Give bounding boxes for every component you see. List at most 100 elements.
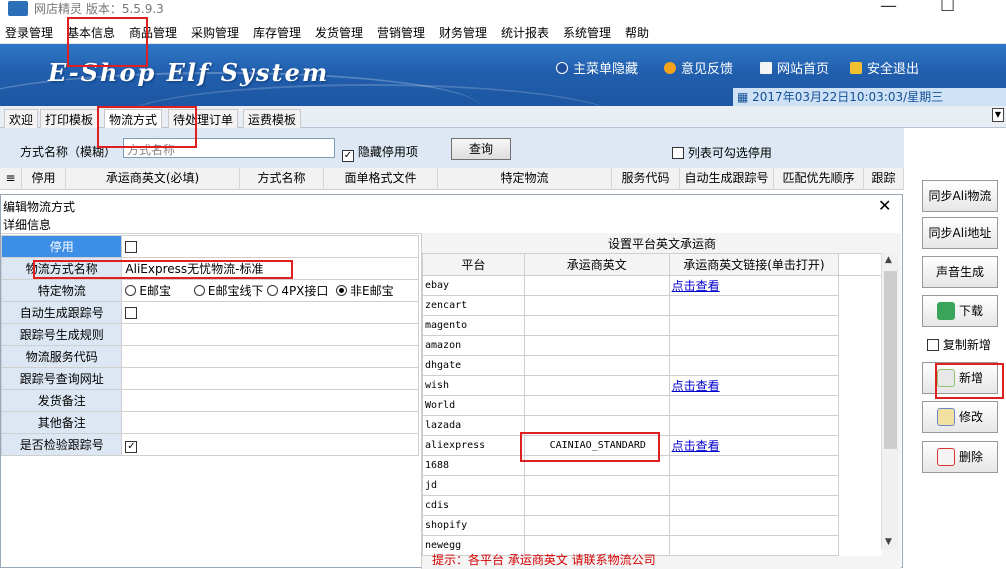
sync-ali-logistics-button[interactable]: 同步Ali物流	[922, 180, 998, 212]
platform-cell[interactable]: shopify	[422, 515, 525, 536]
carrier-cell[interactable]	[523, 475, 670, 496]
tab-print-template[interactable]: 打印模板	[40, 109, 99, 128]
menu-basic-info[interactable]: 基本信息	[67, 24, 115, 41]
menu-reports[interactable]: 统计报表	[501, 24, 549, 41]
platform-cell[interactable]: ebay	[422, 275, 525, 296]
platform-cell[interactable]: magento	[422, 315, 525, 336]
tab-freight-template[interactable]: 运费模板	[243, 109, 302, 128]
tab-menu-button[interactable]: ▼	[992, 108, 1004, 122]
homepage-link[interactable]: 网站首页	[760, 58, 829, 77]
menu-marketing[interactable]: 营销管理	[377, 24, 425, 41]
app-logo: E-Shop Elf System	[48, 58, 330, 87]
col-method-name[interactable]: 方式名称	[240, 168, 324, 190]
carrier-cell[interactable]	[523, 515, 670, 536]
add-button[interactable]: 新增	[922, 362, 998, 394]
other-note-field[interactable]	[121, 411, 419, 434]
platform-cell[interactable]: World	[422, 395, 525, 416]
field-label: 物流服务代码	[0, 345, 123, 368]
radio-eub[interactable]: E邮宝	[125, 284, 171, 298]
platform-panel-title: 设置平台英文承运商	[607, 237, 716, 251]
minimize-button[interactable]: —	[880, 0, 897, 16]
query-button[interactable]: 查询	[451, 138, 511, 160]
tab-logistics[interactable]: 物流方式	[104, 109, 163, 128]
carrier-cell[interactable]	[523, 495, 670, 516]
shipping-note-field[interactable]	[121, 389, 419, 412]
tracking-rule-field[interactable]	[121, 323, 419, 346]
sync-ali-address-button[interactable]: 同步Ali地址	[922, 217, 998, 249]
col-special-logistics[interactable]: 特定物流	[438, 168, 612, 190]
col-tracking[interactable]: 跟踪	[864, 168, 904, 190]
col-disabled[interactable]: 停用	[22, 168, 66, 190]
col-priority[interactable]: 匹配优先顺序	[774, 168, 864, 190]
radio-4px[interactable]: 4PX接口	[267, 284, 328, 298]
platform-cell[interactable]: 1688	[422, 455, 525, 476]
delete-button[interactable]: 删除	[922, 441, 998, 473]
menu-help[interactable]: 帮助	[625, 24, 649, 41]
logout-link[interactable]: 安全退出	[850, 58, 919, 77]
carrier-cell[interactable]	[523, 355, 670, 376]
carrier-link-cell[interactable]: 点击查看	[668, 435, 840, 456]
col-auto-tracking[interactable]: 自动生成跟踪号	[680, 168, 774, 190]
carrier-cell[interactable]	[523, 295, 670, 316]
col-carrier-en[interactable]: 承运商英文(必填)	[66, 168, 240, 190]
col-service-code[interactable]: 服务代码	[612, 168, 680, 190]
menu-finance[interactable]: 财务管理	[439, 24, 487, 41]
carrier-cell[interactable]	[523, 455, 670, 476]
platform-cell[interactable]: jd	[422, 475, 525, 496]
service-code-field[interactable]	[121, 345, 419, 368]
carrier-cell[interactable]	[523, 415, 670, 436]
carrier-link-cell	[668, 315, 840, 336]
maximize-button[interactable]: ☐	[940, 0, 955, 16]
menu-system[interactable]: 系统管理	[563, 24, 611, 41]
radio-non-eub[interactable]: 非E邮宝	[336, 284, 394, 298]
feedback-link[interactable]: 意见反馈	[664, 58, 733, 77]
menu-purchase[interactable]: 采购管理	[191, 24, 239, 41]
tab-welcome[interactable]: 欢迎	[4, 109, 39, 128]
platform-cell[interactable]: zencart	[422, 295, 525, 316]
carrier-link-cell[interactable]: 点击查看	[668, 375, 840, 396]
radio-eub-offline[interactable]: E邮宝线下	[193, 284, 263, 298]
platform-cell[interactable]: cdis	[422, 495, 525, 516]
method-name-input[interactable]: 方式名称	[123, 138, 335, 158]
hide-menu-link[interactable]: 主菜单隐藏	[556, 58, 638, 77]
verify-tracking-checkbox[interactable]: ✓	[121, 433, 419, 456]
carrier-cell[interactable]	[523, 395, 670, 416]
carrier-cell[interactable]	[523, 375, 670, 396]
disabled-checkbox[interactable]	[121, 235, 419, 258]
add-icon	[936, 369, 955, 387]
menu-products[interactable]: 商品管理	[129, 24, 177, 41]
download-button[interactable]: 下载	[922, 295, 998, 327]
hide-disabled-checkbox[interactable]: ✓ 隐藏停用项	[342, 143, 418, 162]
list-check-disable-checkbox[interactable]: 列表可勾选停用	[672, 144, 772, 161]
menu-login[interactable]: 登录管理	[5, 24, 53, 41]
edit-button[interactable]: 修改	[922, 401, 998, 433]
platform-row: lazada	[422, 415, 882, 436]
close-icon[interactable]: ✕	[878, 196, 891, 215]
platform-cell[interactable]: aliexpress	[422, 435, 525, 456]
tracking-url-field[interactable]	[121, 367, 419, 390]
carrier-cell[interactable]	[523, 335, 670, 356]
carrier-link-cell	[668, 295, 840, 316]
menu-shipping[interactable]: 发货管理	[315, 24, 363, 41]
platform-row: shopify	[422, 515, 882, 536]
grid-menu-icon[interactable]: ≡	[0, 168, 22, 190]
carrier-cell[interactable]	[523, 275, 670, 296]
menu-inventory[interactable]: 库存管理	[253, 24, 301, 41]
platform-cell[interactable]: amazon	[422, 335, 525, 356]
carrier-cell[interactable]	[523, 315, 670, 336]
copy-new-checkbox[interactable]: 复制新增	[927, 336, 991, 353]
carrier-cell[interactable]: CAINIAO_STANDARD	[523, 435, 670, 456]
platform-cell[interactable]: lazada	[422, 415, 525, 436]
platform-row: dhgate	[422, 355, 882, 376]
col-label-file[interactable]: 面单格式文件	[324, 168, 438, 190]
sound-generate-button[interactable]: 声音生成	[922, 256, 998, 288]
menu-icon	[556, 62, 568, 74]
method-name-field[interactable]: AliExpress无忧物流-标准	[121, 257, 419, 280]
window-titlebar: 网店精灵 版本：5.5.9.3 — ☐	[0, 0, 1006, 17]
platform-cell[interactable]: wish	[422, 375, 525, 396]
platform-cell[interactable]: dhgate	[422, 355, 525, 376]
tab-pending-orders[interactable]: 待处理订单	[168, 109, 239, 128]
carrier-link-cell[interactable]: 点击查看	[668, 275, 840, 296]
platform-grid-scrollbar[interactable]: ▲ ▼	[881, 253, 898, 549]
auto-tracking-checkbox[interactable]	[121, 301, 419, 324]
